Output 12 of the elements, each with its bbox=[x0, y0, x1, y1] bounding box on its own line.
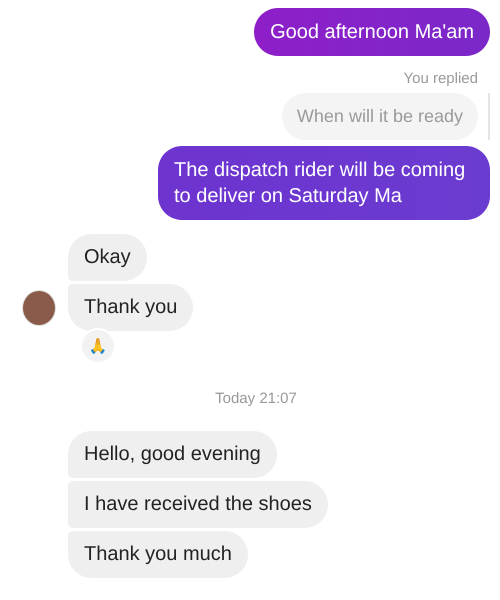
received-message: Thank you much bbox=[68, 531, 248, 578]
timestamp: Today 21:07 bbox=[215, 390, 297, 407]
received-message: Thank you bbox=[68, 284, 194, 331]
quoted-message: When will it be ready bbox=[282, 93, 478, 140]
sent-message: Good afternoon Ma'am bbox=[254, 8, 490, 56]
received-message: Hello, good evening bbox=[68, 431, 277, 478]
sent-message: The dispatch rider will be coming to deliver on Saturday Ma bbox=[158, 146, 490, 220]
avatar-placeholder[interactable] bbox=[22, 290, 56, 326]
received-message: I have received the shoes bbox=[68, 481, 328, 528]
received-message: Okay bbox=[68, 234, 147, 281]
reply-note: You replied bbox=[403, 70, 478, 87]
emoji-reaction[interactable]: 🙏 bbox=[80, 328, 116, 364]
